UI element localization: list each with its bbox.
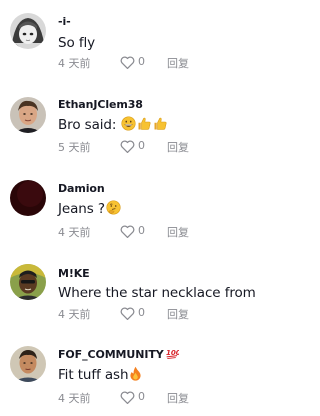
avatar[interactable] xyxy=(10,264,46,300)
thumbs-up-emoji xyxy=(137,116,152,131)
fire-emoji xyxy=(129,366,142,381)
comment-item: M!KE Where the star necklace from 4 天前 0… xyxy=(0,256,268,336)
like-count: 0 xyxy=(138,55,145,68)
reply-button[interactable]: 回复 xyxy=(167,139,189,155)
comment-meta: 4 天前 0 回复 xyxy=(58,390,258,406)
username[interactable]: M!KE xyxy=(58,267,90,280)
reply-button[interactable]: 回复 xyxy=(167,224,189,240)
comment-text-content: Bro said: xyxy=(58,117,121,133)
heart-icon xyxy=(120,307,135,320)
comment-text: Bro said: xyxy=(58,116,168,133)
like-count: 0 xyxy=(138,224,145,237)
comment-text-content: So fly xyxy=(58,35,96,51)
like-count: 0 xyxy=(138,390,145,403)
comment-text: Jeans ? xyxy=(58,200,121,217)
comment-text: Where the star necklace from xyxy=(58,285,256,301)
like-count: 0 xyxy=(138,139,145,152)
comment-meta: 5 天前 0 回复 xyxy=(58,139,258,155)
timestamp: 4 天前 xyxy=(58,308,91,321)
reply-button[interactable]: 回复 xyxy=(167,390,189,406)
heart-icon xyxy=(120,225,135,238)
heart-icon xyxy=(120,140,135,153)
username[interactable]: Damion xyxy=(58,182,105,195)
comment-meta: 4 天前 0 回复 xyxy=(58,224,258,240)
comment-text: Fit tuff ash xyxy=(58,366,142,383)
timestamp: 4 天前 xyxy=(58,392,91,405)
avatar[interactable] xyxy=(10,13,46,49)
like-count: 0 xyxy=(138,306,145,319)
comment-meta: 4 天前 0 回复 xyxy=(58,55,258,71)
comment-item: -i- So fly 4 天前 0 回复 xyxy=(0,0,268,80)
comment-item: EthanJClem38 Bro said: 5 天前 0 回复 xyxy=(0,88,268,168)
grinning-face-emoji xyxy=(120,116,136,131)
username[interactable]: FOF_COMMUNITY100 xyxy=(58,347,180,362)
timestamp: 5 天前 xyxy=(58,141,91,154)
comment-text-content: Jeans ? xyxy=(58,201,105,217)
comment-item: Damion Jeans ? 4 天前 0 回复 xyxy=(0,170,268,250)
reply-button[interactable]: 回复 xyxy=(167,306,189,322)
heart-icon xyxy=(120,391,135,404)
reply-button[interactable]: 回复 xyxy=(167,55,189,71)
comment-text: So fly xyxy=(58,35,95,51)
100-emoji: 100 xyxy=(166,347,180,362)
username[interactable]: -i- xyxy=(58,15,71,28)
username[interactable]: EthanJClem38 xyxy=(58,98,143,111)
username-text: FOF_COMMUNITY xyxy=(58,348,164,361)
avatar[interactable] xyxy=(10,346,46,382)
comment-text-content: Fit tuff ash xyxy=(58,367,129,383)
comment-item: FOF_COMMUNITY100 Fit tuff ash 4 天前 0 回复 xyxy=(0,336,268,416)
svg-text:100: 100 xyxy=(166,348,179,357)
heart-icon xyxy=(120,56,135,69)
thumbs-up-emoji xyxy=(153,116,168,131)
comment-text-content: Where the star necklace from xyxy=(58,285,256,301)
avatar[interactable] xyxy=(10,180,46,216)
avatar[interactable] xyxy=(10,97,46,133)
thinking-face-emoji xyxy=(106,200,121,215)
timestamp: 4 天前 xyxy=(58,57,91,70)
comment-meta: 4 天前 0 回复 xyxy=(58,306,258,322)
timestamp: 4 天前 xyxy=(58,226,91,239)
